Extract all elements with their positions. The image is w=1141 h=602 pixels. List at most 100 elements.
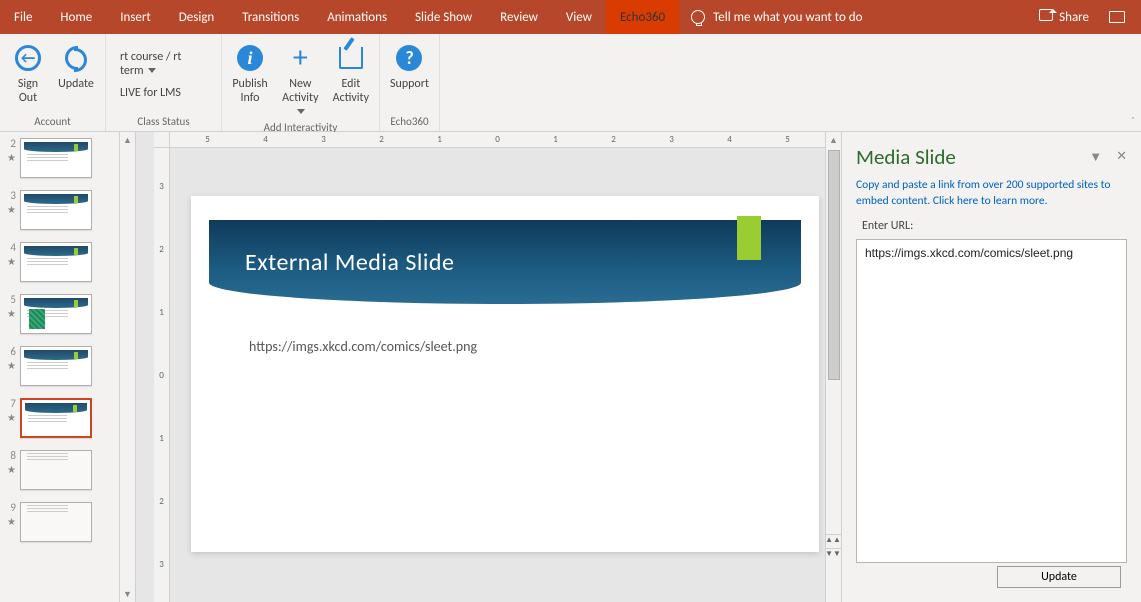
tab-slideshow[interactable]: Slide Show (401, 0, 486, 34)
tab-transitions[interactable]: Transitions (228, 0, 313, 34)
slide-thumbnail[interactable]: 7★ (4, 398, 131, 438)
ruler-corner (154, 132, 170, 148)
media-slide-pane: Media Slide ▼ ✕ Copy and paste a link fr… (841, 132, 1141, 602)
scroll-up-icon[interactable]: ▲ (826, 132, 841, 148)
thumb-number: 4 (4, 242, 16, 253)
thumb-number: 6 (4, 346, 16, 357)
thumb-number: 2 (4, 138, 16, 149)
arrow-left-circle-icon: ← (15, 45, 41, 71)
pane-url-label: Enter URL: (862, 219, 1127, 233)
lightbulb-icon (691, 10, 705, 24)
ribbon-group-class-status: rt course / rt term LIVE for LMS Class S… (106, 34, 222, 131)
slide-thumbnail[interactable]: 6★ (4, 346, 131, 386)
animation-star-icon: ★ (7, 463, 16, 476)
slide-thumbnail[interactable]: 3★ (4, 190, 131, 230)
ribbon: ← Sign Out Update Account rt course / rt… (0, 34, 1141, 132)
horizontal-ruler: 6543210123456 (170, 132, 825, 148)
tab-design[interactable]: Design (165, 0, 228, 34)
pane-update-button[interactable]: Update (997, 566, 1121, 588)
edit-icon (339, 47, 363, 69)
pane-close-icon[interactable]: ✕ (1116, 149, 1127, 165)
slide-title-banner: External Media Slide (209, 220, 801, 304)
scroll-thumb[interactable] (828, 150, 840, 380)
edit-activity-button[interactable]: Edit Activity (327, 36, 375, 106)
animation-star-icon: ★ (7, 307, 16, 320)
tab-echo360[interactable]: Echo360 (606, 0, 679, 34)
group-label-class-status: Class Status (110, 113, 217, 131)
slide-nav-arrows: ▲▲ ▼▼ (825, 534, 841, 562)
share-button[interactable]: Share (1039, 9, 1089, 25)
refresh-icon (63, 45, 89, 71)
slide-edit-area: 6543210123456 3210123 External Media Sli… (136, 132, 841, 602)
tab-insert[interactable]: Insert (106, 0, 165, 34)
title-right: Share (1039, 0, 1141, 34)
slide-body-text[interactable]: https://imgs.xkcd.com/comics/sleet.png (249, 338, 819, 355)
share-icon (1039, 9, 1053, 21)
tab-home[interactable]: Home (46, 0, 106, 34)
support-button[interactable]: ? Support (384, 36, 435, 92)
thumb-number: 7 (4, 398, 16, 409)
next-slide-icon[interactable]: ▼▼ (825, 548, 841, 562)
slide-thumbnail[interactable]: 9★ (4, 502, 131, 542)
animation-star-icon: ★ (7, 255, 16, 268)
update-label: Update (58, 78, 94, 92)
ribbon-group-account: ← Sign Out Update Account (0, 34, 106, 131)
slide-vertical-scrollbar[interactable]: ▲ ▲▲ ▼▼ (825, 132, 841, 602)
thumb-number: 8 (4, 450, 16, 461)
edit-activity-label: Edit Activity (333, 78, 369, 106)
group-label-account: Account (4, 113, 101, 131)
animation-star-icon: ★ (7, 151, 16, 164)
class-course-line: rt course / rt term (120, 50, 207, 78)
new-activity-label: New Activity (280, 78, 321, 119)
tell-me-placeholder: Tell me what you want to do (713, 10, 862, 25)
animation-star-icon: ★ (7, 203, 16, 216)
animation-star-icon: ★ (7, 411, 16, 424)
scroll-up-icon[interactable]: ▲ (120, 132, 135, 148)
title-bar: File Home Insert Design Transitions Anim… (0, 0, 1141, 34)
new-activity-button[interactable]: + New Activity (274, 36, 327, 119)
scroll-down-icon[interactable]: ▼ (120, 586, 135, 602)
ribbon-group-echo360: ? Support Echo360 (380, 34, 440, 131)
publish-info-label: Publish Info (232, 78, 267, 106)
share-label: Share (1059, 10, 1089, 25)
collapse-ribbon-icon[interactable]: ˆ (1131, 114, 1135, 127)
update-button[interactable]: Update (52, 36, 100, 92)
tab-view[interactable]: View (552, 0, 606, 34)
tell-me-search[interactable]: Tell me what you want to do (679, 0, 874, 34)
support-label: Support (390, 78, 429, 92)
slide-thumbnail-panel: 2★3★4★5★6★7★8★9★ ▲ ▼ (0, 132, 136, 602)
ribbon-group-interactivity: i Publish Info + New Activity Edit Activ… (222, 34, 380, 131)
help-icon: ? (396, 45, 422, 71)
pane-menu-icon[interactable]: ▼ (1089, 149, 1102, 165)
publish-info-button[interactable]: i Publish Info (226, 36, 274, 106)
thumb-number: 3 (4, 190, 16, 201)
tab-animations[interactable]: Animations (313, 0, 401, 34)
thumb-number: 9 (4, 502, 16, 513)
group-label-echo360: Echo360 (384, 113, 435, 131)
animation-star-icon: ★ (7, 515, 16, 528)
dropdown-icon[interactable] (148, 68, 156, 73)
ribbon-tabs: File Home Insert Design Transitions Anim… (0, 0, 679, 34)
slide-thumbnail[interactable]: 8★ (4, 450, 131, 490)
thumbs-scrollbar[interactable]: ▲ ▼ (119, 132, 135, 602)
vertical-ruler: 3210123 (154, 148, 170, 602)
info-icon: i (237, 45, 263, 71)
ruler-gutter (136, 132, 154, 602)
prev-slide-icon[interactable]: ▲▲ (825, 534, 841, 548)
plus-icon: + (293, 43, 308, 73)
slide-canvas[interactable]: External Media Slide https://imgs.xkcd.c… (191, 196, 819, 552)
comments-icon[interactable] (1109, 11, 1125, 23)
slide-thumbnail[interactable]: 5★ (4, 294, 131, 334)
animation-star-icon: ★ (7, 359, 16, 372)
tab-review[interactable]: Review (486, 0, 552, 34)
dropdown-icon (297, 109, 305, 114)
class-live-line: LIVE for LMS (120, 86, 181, 100)
tab-file[interactable]: File (0, 0, 46, 34)
slide-title[interactable]: External Media Slide (245, 248, 454, 277)
sign-out-button[interactable]: ← Sign Out (4, 36, 52, 106)
url-input[interactable] (856, 239, 1127, 563)
slide-thumbnail[interactable]: 2★ (4, 138, 131, 178)
pane-hint-link[interactable]: Copy and paste a link from over 200 supp… (856, 178, 1127, 209)
thumb-number: 5 (4, 294, 16, 305)
slide-thumbnail[interactable]: 4★ (4, 242, 131, 282)
